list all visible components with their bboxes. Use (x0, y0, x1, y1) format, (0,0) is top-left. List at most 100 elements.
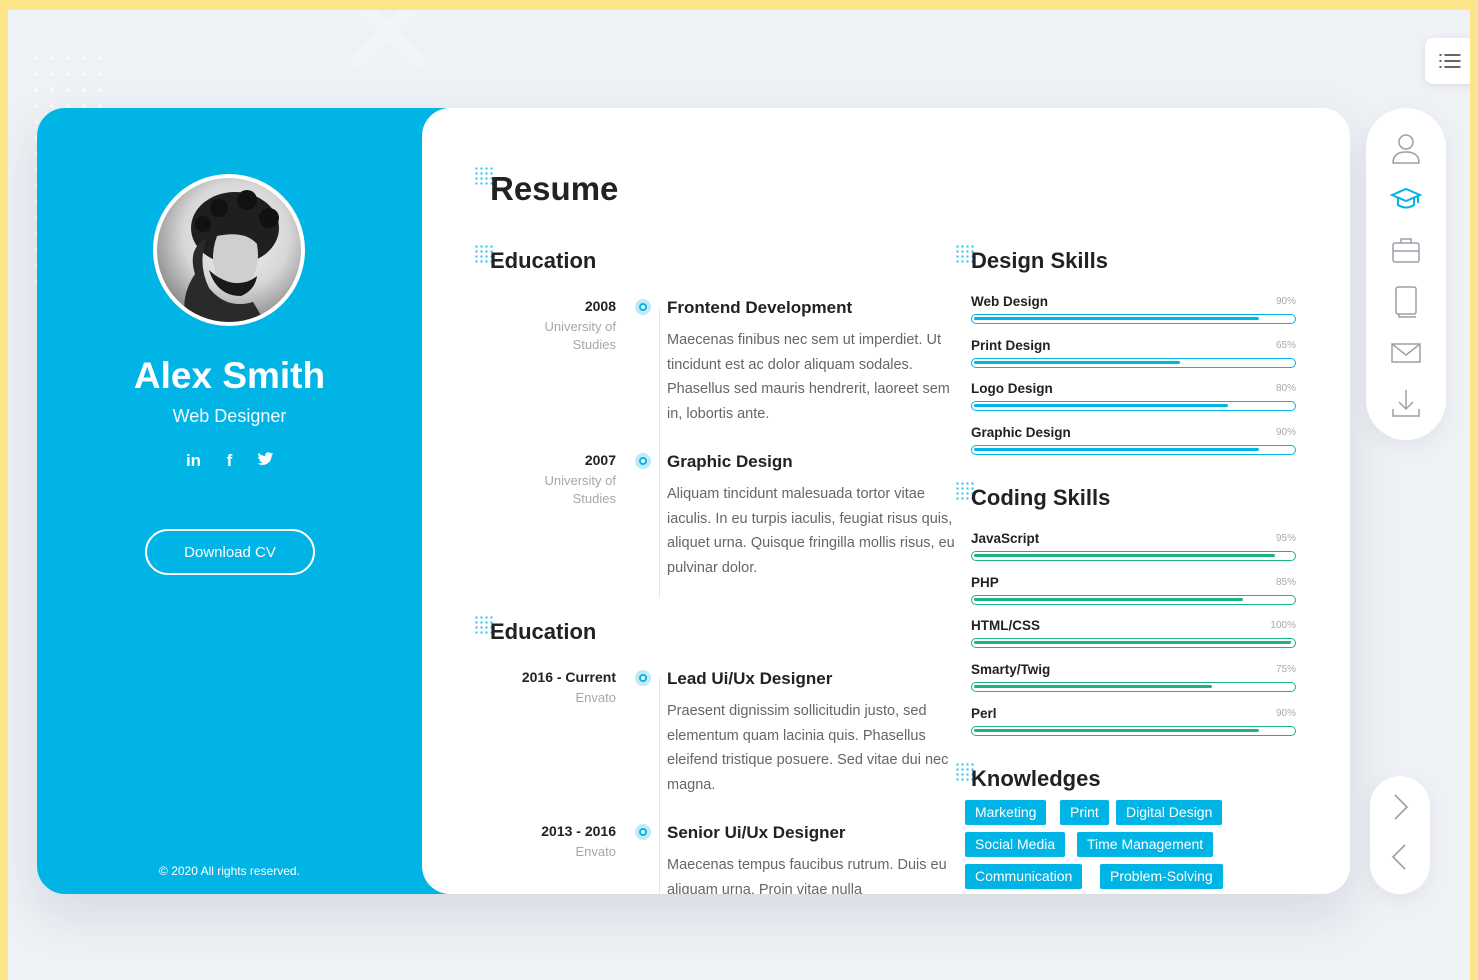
skill-percent: 100% (1270, 620, 1296, 632)
skill-percent: 75% (1275, 664, 1296, 676)
skill-name: HTML/CSS (971, 618, 1040, 634)
timeline-line (659, 308, 660, 598)
skill-progress-fill (974, 360, 1180, 364)
skill-progress-bar (971, 725, 1296, 736)
profile-role: Web Designer (172, 406, 287, 426)
skill-percent: 85% (1275, 576, 1296, 588)
timeline-year: 2008 (584, 298, 616, 314)
design-skills-heading: Design Skills (971, 248, 1108, 273)
timeline-title: Lead Ui/Ux Designer (667, 669, 833, 688)
skill-name: Web Design (971, 294, 1049, 309)
timeline-line (659, 678, 660, 894)
skill-progress-fill (974, 685, 1212, 689)
facebook-icon[interactable]: f (221, 451, 239, 471)
chevron-right-icon[interactable] (1388, 792, 1412, 826)
download-cv-button[interactable]: Download CV (145, 529, 315, 575)
knowledge-tag[interactable]: Time Management (1077, 832, 1214, 857)
knowledge-tag[interactable]: Social Media (965, 832, 1066, 857)
skill-progress-bar (971, 594, 1296, 605)
skill-name: Smarty/Twig (971, 662, 1051, 678)
timeline-description: Maecenas tempus faucibus rutrum. Duis eu… (667, 857, 947, 894)
download-icon[interactable] (1388, 385, 1424, 421)
timeline-place: University of Studies (544, 319, 616, 352)
decorative-cross (351, 10, 425, 67)
profile-photo-icon (184, 190, 279, 322)
skill-name: Graphic Design (971, 425, 1071, 441)
skill-progress-fill (974, 728, 1259, 732)
page-arrows (1370, 776, 1430, 894)
education-heading: Education (490, 248, 597, 273)
skill-row: Perl 90% (971, 706, 1296, 746)
timeline-place: Envato (575, 844, 616, 859)
skill-progress-bar (971, 357, 1296, 368)
linkedin-icon[interactable]: in (185, 451, 203, 471)
skill-row: Web Design 90% (971, 294, 1296, 334)
knowledge-tag[interactable]: Digital Design (1116, 800, 1223, 825)
briefcase-icon[interactable] (1388, 232, 1424, 268)
timeline-description: Aliquam tincidunt malesuada tortor vitae… (667, 486, 955, 576)
skill-percent: 90% (1275, 427, 1296, 439)
timeline-title: Frontend Development (667, 298, 853, 317)
timeline-dot (635, 453, 651, 469)
skill-name: PHP (971, 574, 999, 590)
knowledges-heading: Knowledges (971, 766, 1101, 791)
timeline-year: 2007 (584, 452, 616, 468)
skill-progress-fill (974, 554, 1275, 557)
skill-name: Perl (971, 705, 997, 721)
side-navigation (1366, 108, 1446, 440)
skill-percent: 90% (1275, 707, 1296, 719)
skill-progress-fill (974, 317, 1259, 320)
skill-progress-fill (974, 448, 1259, 452)
user-icon[interactable] (1388, 130, 1424, 166)
skill-name: JavaScript (971, 531, 1040, 546)
skill-row: Logo Design 80% (971, 381, 1296, 421)
skill-progress-bar (971, 401, 1296, 412)
timeline-dot (635, 670, 651, 686)
skill-name: Logo Design (971, 381, 1053, 397)
avatar (157, 178, 301, 322)
knowledge-tag[interactable]: Communication (965, 864, 1083, 889)
list-menu-icon (1439, 54, 1461, 68)
timeline-place: University of Studies (544, 473, 616, 506)
skill-percent: 80% (1275, 383, 1296, 395)
social-links: in f (37, 451, 422, 471)
skill-percent: 90% (1275, 296, 1296, 307)
knowledge-tag[interactable]: Print (1060, 800, 1109, 825)
timeline-year: 2016 - Current (521, 669, 616, 685)
skill-progress-bar (971, 682, 1296, 693)
skill-progress-fill (974, 597, 1243, 601)
skill-progress-bar (971, 638, 1296, 649)
timeline-description: Maecenas finibus nec sem ut imperdiet. U… (667, 332, 950, 422)
skill-progress-bar (971, 314, 1296, 324)
book-icon[interactable] (1388, 283, 1424, 319)
skill-progress-fill (974, 641, 1291, 645)
timeline-dot (635, 299, 651, 315)
skill-name: Print Design (971, 337, 1051, 353)
knowledge-tag[interactable]: Marketing (965, 800, 1047, 825)
coding-skills-heading: Coding Skills (971, 485, 1111, 510)
profile-panel: Alex Smith Web Designer in f Download CV… (37, 108, 457, 894)
skill-progress-bar (971, 551, 1296, 561)
graduation-cap-icon[interactable] (1388, 181, 1424, 217)
page-background: Alex Smith Web Designer in f Download CV… (8, 10, 1470, 980)
knowledge-tag[interactable]: Problem-Solving (1100, 864, 1223, 889)
resume-card: Alex Smith Web Designer in f Download CV… (37, 108, 1350, 894)
skill-row: Print Design 65% (971, 338, 1296, 378)
skill-percent: 65% (1275, 339, 1296, 351)
mail-icon[interactable] (1388, 334, 1424, 370)
skill-row: Graphic Design 90% (971, 425, 1296, 465)
resume-content: Resume Education 2008 University of Stud… (422, 108, 1350, 894)
twitter-icon[interactable] (257, 451, 275, 471)
skill-row: Smarty/Twig 75% (971, 662, 1296, 702)
menu-button[interactable] (1425, 38, 1470, 84)
timeline-title: Graphic Design (667, 452, 793, 471)
chevron-left-icon[interactable] (1388, 842, 1412, 876)
skill-row: JavaScript 95% (971, 531, 1296, 571)
profile-name: Alex Smith (133, 355, 326, 396)
skill-progress-fill (974, 404, 1228, 408)
skill-row: HTML/CSS 100% (971, 618, 1296, 658)
timeline-title: Senior Ui/Ux Designer (667, 823, 846, 842)
skill-progress-bar (971, 445, 1296, 456)
experience-heading: Education (490, 619, 597, 644)
timeline-dot (635, 824, 651, 840)
